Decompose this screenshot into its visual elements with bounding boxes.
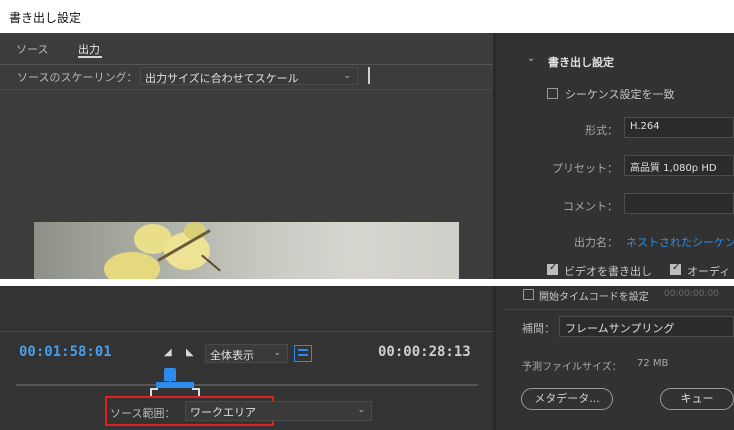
- settings-divider: [505, 309, 734, 310]
- set-out-point-icon[interactable]: ◣: [186, 347, 194, 358]
- collapse-chevron-icon[interactable]: ⌄: [527, 53, 535, 64]
- comment-input[interactable]: [624, 193, 734, 214]
- queue-button[interactable]: キュー: [660, 388, 734, 410]
- zoom-value: 全体表示: [210, 349, 254, 362]
- export-settings-title: 書き出し設定: [548, 56, 614, 69]
- export-video-label: ビデオを書き出し: [564, 265, 652, 278]
- estimated-size-value: 72 MB: [637, 358, 669, 369]
- chevron-down-icon: ⌄: [343, 71, 351, 81]
- estimated-size-label: 予測ファイルサイズ：: [522, 362, 622, 373]
- match-sequence-checkbox[interactable]: [547, 88, 558, 99]
- tab-output[interactable]: 出力: [78, 41, 100, 57]
- interpolation-dropdown[interactable]: フレームサンプリング: [559, 316, 734, 337]
- source-range-dropdown[interactable]: ワークエリア ⌄: [185, 401, 372, 421]
- metadata-button[interactable]: メタデータ...: [521, 388, 613, 410]
- source-range-label: ソース範囲：: [110, 407, 176, 420]
- export-audio-label: オーディ: [687, 265, 731, 278]
- scaling-divider: [0, 89, 493, 90]
- tab-divider: [0, 64, 493, 65]
- scaling-dropdown[interactable]: 出力サイズに合わせてスケール ⌄: [140, 67, 358, 85]
- output-name-label: 出力名：: [574, 236, 618, 249]
- comment-label: コメント：: [563, 200, 618, 213]
- scaling-label: ソースのスケーリング：: [17, 71, 138, 84]
- set-in-point-icon[interactable]: ◢: [164, 347, 172, 358]
- format-dropdown[interactable]: H.264: [624, 117, 734, 138]
- preset-dropdown[interactable]: 高品質 1,080p HD: [624, 155, 734, 176]
- window-title: 書き出し設定: [9, 11, 82, 25]
- preset-label: プリセット：: [552, 162, 618, 175]
- export-audio-checkbox[interactable]: [670, 262, 681, 275]
- active-tab-indicator: [78, 56, 102, 58]
- tab-source[interactable]: ソース: [16, 41, 48, 57]
- screenshot-gap: [0, 279, 734, 286]
- chevron-down-icon: ⌄: [273, 348, 281, 358]
- scaling-value: 出力サイズに合わせてスケール: [145, 72, 299, 85]
- fit-clip-icon[interactable]: [294, 345, 312, 362]
- interpolation-label: 補間：: [522, 322, 555, 335]
- out-point-marker[interactable]: [192, 388, 200, 396]
- output-name-link[interactable]: ネストされたシーケン: [626, 234, 734, 250]
- timeline-divider: [0, 331, 493, 332]
- start-timecode-checkbox[interactable]: [523, 289, 534, 300]
- current-timecode[interactable]: 00:01:58:01: [19, 344, 112, 360]
- export-video-checkbox[interactable]: [547, 262, 558, 275]
- duration-timecode: 00:00:28:13: [378, 344, 471, 360]
- in-point-marker[interactable]: [150, 388, 158, 396]
- start-timecode-value[interactable]: 00:00:00:00: [664, 289, 734, 299]
- chevron-down-icon: ⌄: [357, 405, 365, 415]
- crop-tool-icon[interactable]: [368, 67, 370, 84]
- zoom-dropdown[interactable]: 全体表示 ⌄: [205, 344, 288, 363]
- video-preview: [34, 222, 459, 279]
- format-label: 形式：: [585, 124, 618, 137]
- playhead-icon[interactable]: [164, 368, 176, 381]
- window-titlebar: 書き出し設定: [0, 0, 734, 33]
- timeline-track[interactable]: [16, 384, 478, 386]
- work-area-bar[interactable]: [156, 382, 194, 388]
- source-range-value: ワークエリア: [190, 406, 256, 419]
- start-timecode-label: 開始タイムコードを設定: [539, 292, 649, 303]
- match-sequence-label: シーケンス設定を一致: [565, 88, 675, 101]
